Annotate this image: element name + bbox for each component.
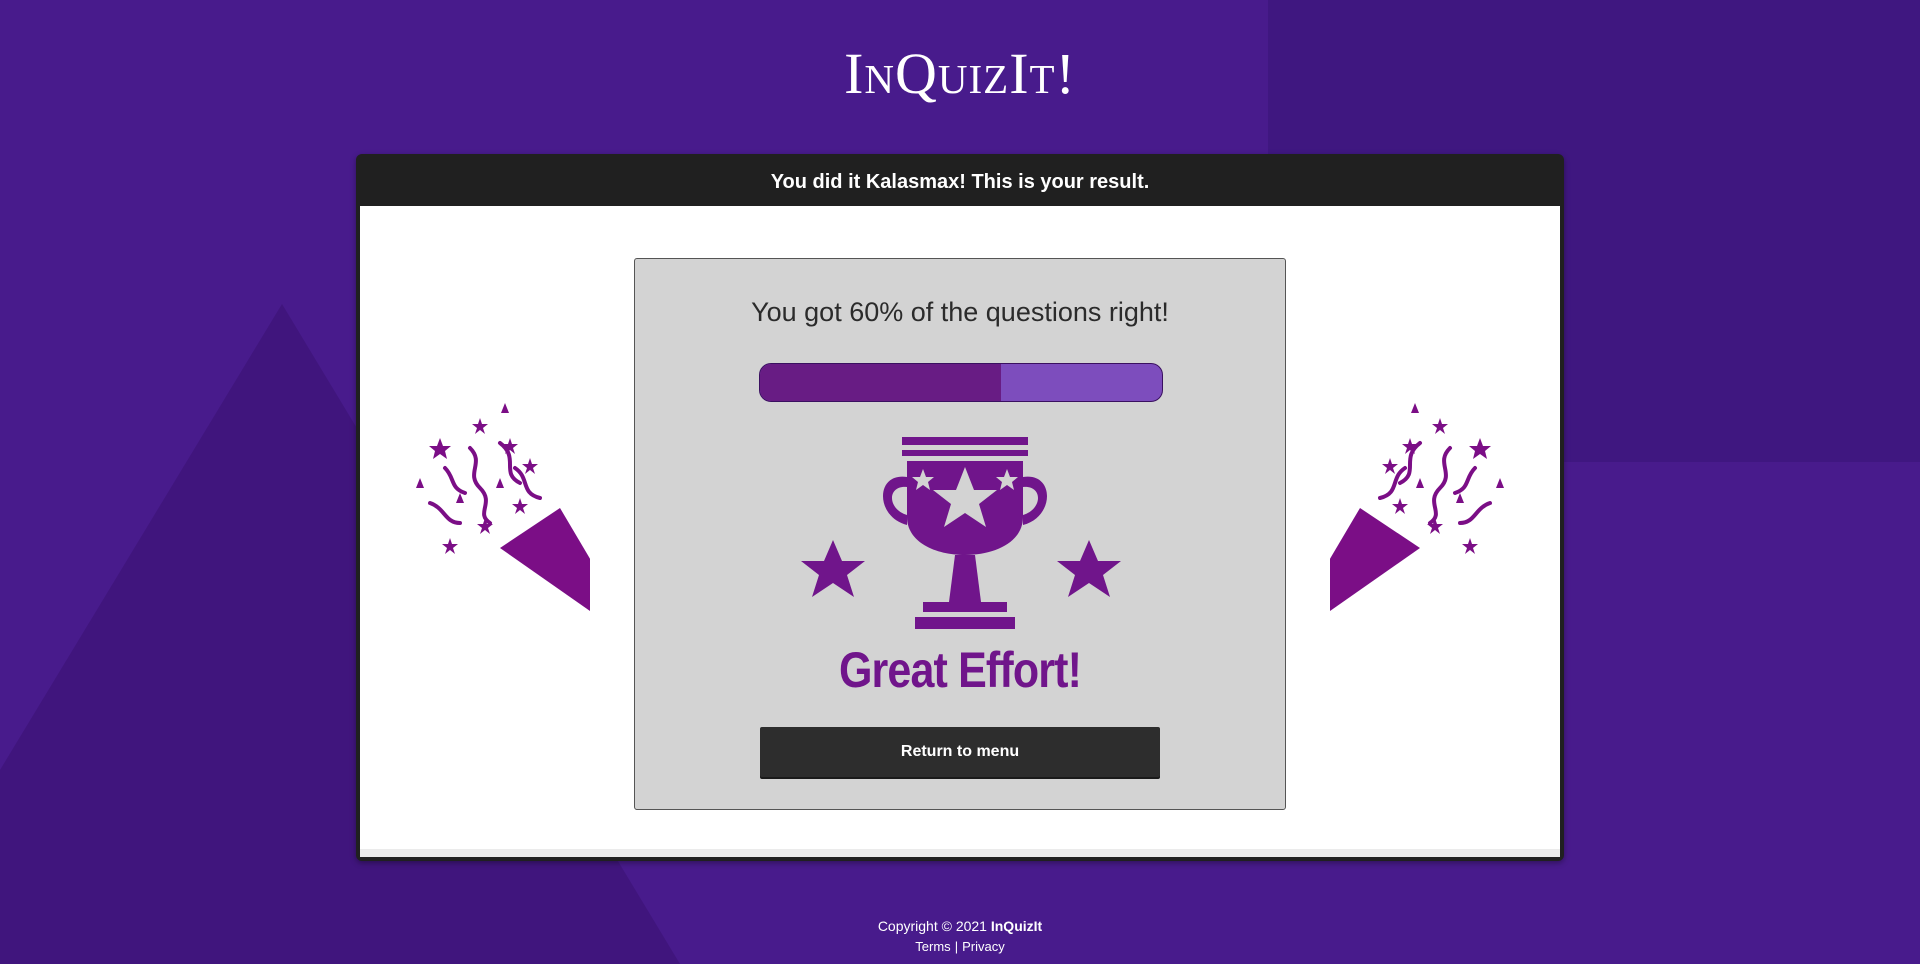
privacy-link[interactable]: Privacy xyxy=(962,939,1005,954)
score-progress-fill xyxy=(760,364,1002,401)
party-popper-icon xyxy=(416,403,590,611)
footer-links: Terms | Privacy xyxy=(0,939,1920,954)
terms-link[interactable]: Terms xyxy=(915,939,950,954)
result-card: You did it Kalasmax! This is your result… xyxy=(356,154,1564,861)
footer-brand[interactable]: InQuizIt xyxy=(991,918,1042,934)
page-footer: Copyright © 2021 InQuizIt Terms | Privacy xyxy=(0,918,1920,954)
score-progress-bar xyxy=(759,363,1163,402)
trophy-icon xyxy=(801,437,1121,629)
badge-text: Great Effort! xyxy=(838,642,1082,698)
return-to-menu-button[interactable]: Return to menu xyxy=(760,727,1160,777)
app-logo[interactable]: InQuizIt! xyxy=(0,40,1920,107)
result-message: You got 60% of the questions right! xyxy=(751,297,1169,327)
footer-separator: | xyxy=(954,939,959,954)
card-bottom-strip xyxy=(360,849,1560,857)
result-panel: You got 60% of the questions right! Grea… xyxy=(634,258,1286,810)
card-header: You did it Kalasmax! This is your result… xyxy=(360,158,1560,206)
party-popper-icon xyxy=(1330,403,1504,618)
copyright-line: Copyright © 2021 InQuizIt xyxy=(0,918,1920,934)
copyright-text: Copyright © 2021 xyxy=(877,918,987,934)
